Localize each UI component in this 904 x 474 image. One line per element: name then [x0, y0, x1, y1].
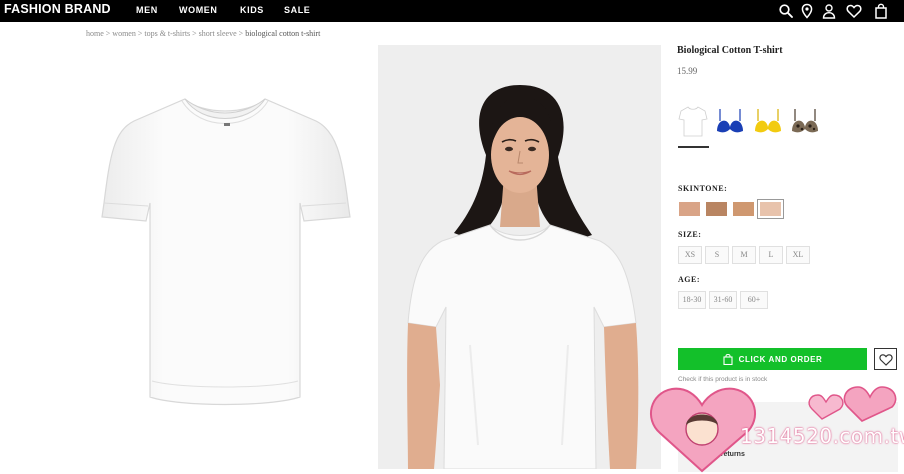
nav-link-women[interactable]: WOMEN	[179, 5, 218, 15]
nav-link-men[interactable]: MEN	[136, 5, 158, 15]
heart-icon	[878, 353, 893, 366]
breadcrumb-women[interactable]: women	[112, 29, 136, 38]
age-option-60-plus[interactable]: 60+	[740, 291, 768, 309]
color-option-leopard-bra[interactable]	[789, 103, 821, 139]
breadcrumb-separator: >	[105, 29, 111, 38]
size-option-m[interactable]: M	[732, 246, 756, 264]
color-option-yellow-bra[interactable]	[752, 103, 784, 139]
selected-color-indicator	[678, 146, 709, 148]
age-option-18-30[interactable]: 18-30	[678, 291, 706, 309]
color-option-white-tshirt[interactable]	[677, 103, 709, 139]
breadcrumb: home > women > tops & t-shirts > short sleeve >…	[86, 29, 320, 38]
breadcrumb-home[interactable]: home	[86, 29, 104, 38]
skintone-option-1[interactable]	[679, 202, 700, 216]
white-tshirt-flat-image[interactable]	[90, 85, 360, 425]
breadcrumb-tops-tshirts[interactable]: tops & t-shirts	[144, 29, 190, 38]
user-icon[interactable]	[821, 3, 837, 19]
breadcrumb-separator: >	[192, 29, 197, 38]
product-title: Biological Cotton T-shirt	[677, 45, 783, 56]
breadcrumb-separator: >	[137, 29, 143, 38]
add-to-wishlist-button[interactable]	[874, 348, 897, 370]
skintone-option-2[interactable]	[706, 202, 727, 216]
location-pin-icon[interactable]	[799, 3, 815, 19]
watermark-text: 1314520.com.tw	[740, 424, 904, 448]
breadcrumb-separator: >	[238, 29, 244, 38]
brand-logo[interactable]: FASHION BRAND	[4, 2, 111, 16]
age-label: AGE:	[678, 275, 700, 284]
model-wearing-tshirt-image[interactable]	[378, 45, 661, 469]
size-option-s[interactable]: S	[705, 246, 729, 264]
top-navigation-bar: FASHION BRAND MEN WOMEN KIDS SALE	[0, 0, 904, 22]
heart-icon[interactable]	[846, 3, 862, 19]
nav-link-kids[interactable]: KIDS	[240, 5, 264, 15]
nav-link-sale[interactable]: SALE	[284, 5, 310, 15]
size-label: SIZE:	[678, 230, 702, 239]
skintone-option-4[interactable]	[757, 199, 784, 219]
product-price: 15.99	[677, 66, 698, 76]
breadcrumb-current: biological cotton t-shirt	[245, 29, 321, 38]
size-option-xs[interactable]: XS	[678, 246, 702, 264]
age-option-31-60[interactable]: 31-60	[709, 291, 737, 309]
color-option-blue-bra[interactable]	[714, 103, 746, 139]
size-option-xl[interactable]: XL	[786, 246, 810, 264]
click-and-order-button[interactable]: CLICK AND ORDER	[678, 348, 867, 370]
skintone-label: SKINTONE:	[678, 184, 728, 193]
breadcrumb-short-sleeve[interactable]: short sleeve	[199, 29, 237, 38]
size-option-l[interactable]: L	[759, 246, 783, 264]
order-button-label: CLICK AND ORDER	[738, 354, 823, 364]
search-icon[interactable]	[778, 3, 794, 19]
skintone-option-3[interactable]	[733, 202, 754, 216]
shopping-bag-icon[interactable]	[873, 3, 889, 19]
shopping-bag-icon	[723, 353, 733, 365]
